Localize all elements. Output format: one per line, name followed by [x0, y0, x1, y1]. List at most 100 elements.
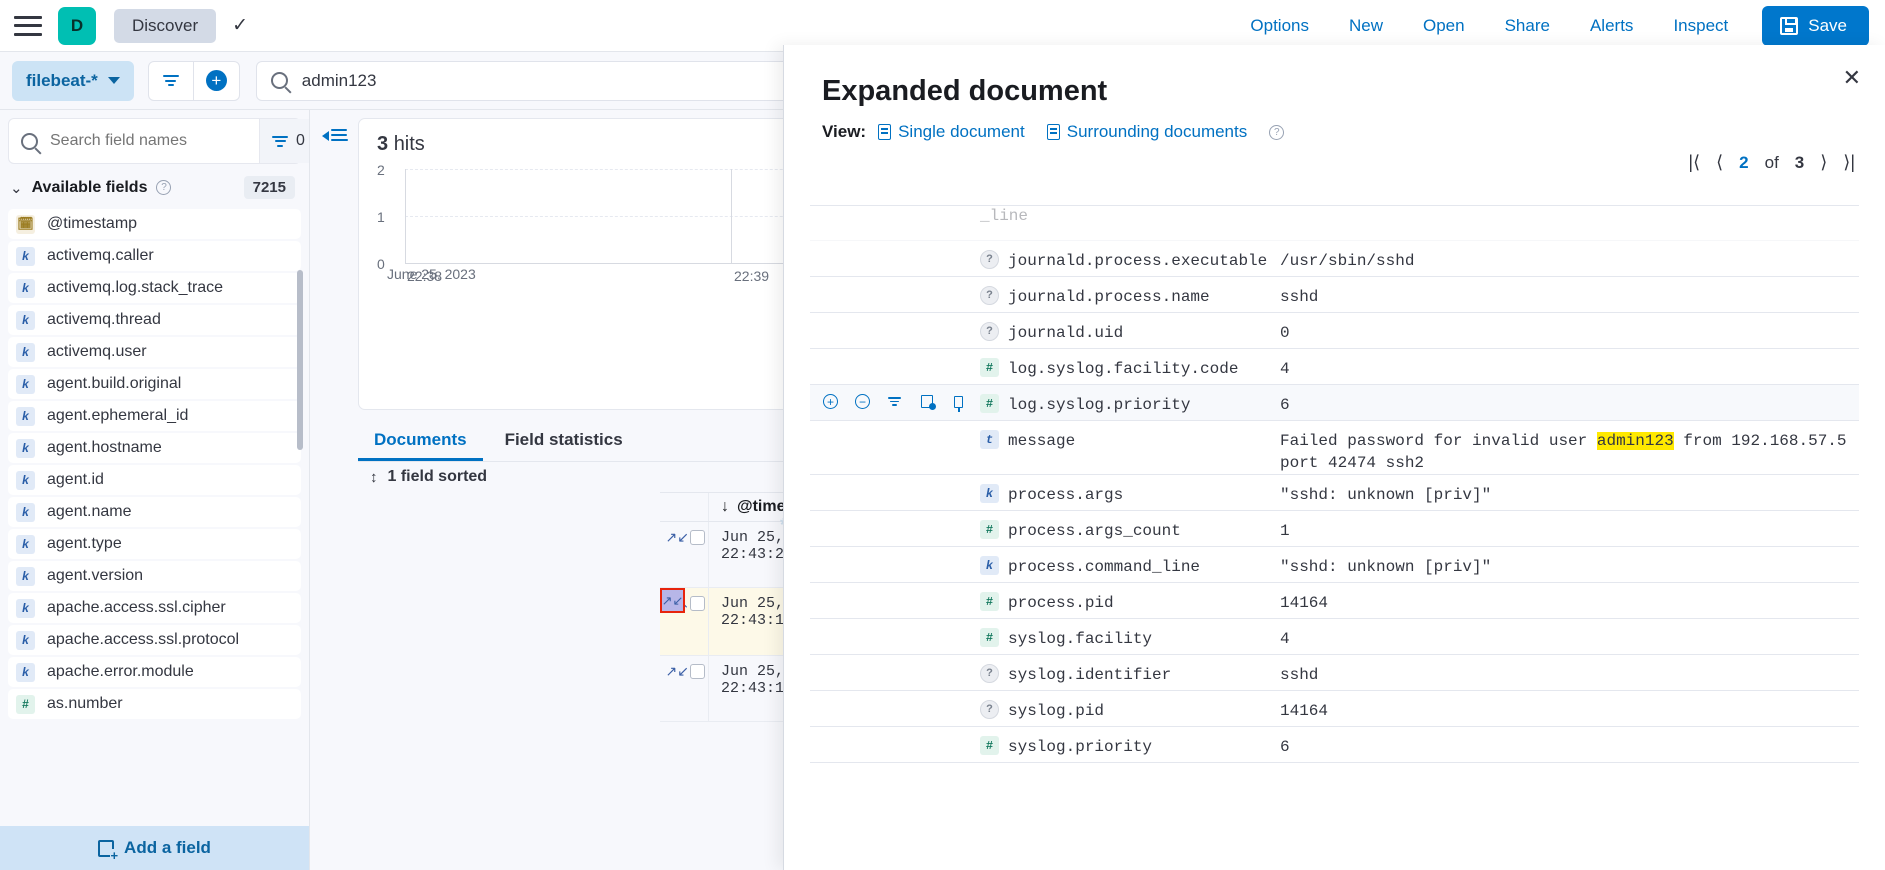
- field-row-actions: [810, 241, 980, 249]
- document-field-row[interactable]: #process.args_count1: [810, 511, 1859, 547]
- help-icon[interactable]: ?: [1269, 125, 1284, 140]
- save-button[interactable]: Save: [1762, 6, 1869, 46]
- num-field-type-icon: #: [980, 592, 999, 611]
- document-field-row[interactable]: tmessageFailed password for invalid user…: [810, 421, 1859, 475]
- field-list-item[interactable]: kactivemq.thread: [8, 305, 301, 335]
- prev-page-icon[interactable]: ⟨: [1716, 152, 1723, 173]
- field-list-item[interactable]: kagent.ephemeral_id: [8, 401, 301, 431]
- k-field-type-icon: k: [16, 599, 35, 618]
- document-field-row[interactable]: #syslog.facility4: [810, 619, 1859, 655]
- q-field-type-icon: ?: [980, 286, 999, 305]
- field-list-item-label: @timestamp: [47, 215, 137, 233]
- field-row-actions: [810, 511, 980, 519]
- view-single-document-label: Single document: [898, 122, 1025, 142]
- field-name: syslog.priority: [1008, 736, 1152, 758]
- pin-field-icon[interactable]: [950, 393, 967, 410]
- expanded-document-flyout: ✕ Expanded document View: Single documen…: [783, 45, 1885, 870]
- field-type-filter-button[interactable]: 0: [259, 119, 310, 163]
- view-surrounding-documents-label: Surrounding documents: [1067, 122, 1248, 142]
- filter-out-value-icon[interactable]: −: [854, 393, 871, 410]
- first-page-icon[interactable]: |⟨: [1688, 152, 1700, 173]
- search-icon: [21, 133, 38, 150]
- field-list-item[interactable]: 🗓@timestamp: [8, 209, 301, 239]
- nav-open-button[interactable]: Open: [1403, 16, 1485, 36]
- field-list-item[interactable]: kactivemq.user: [8, 337, 301, 367]
- field-list-item[interactable]: kagent.type: [8, 529, 301, 559]
- field-list-item[interactable]: kagent.build.original: [8, 369, 301, 399]
- next-page-icon[interactable]: ⟩: [1820, 152, 1827, 173]
- field-list-item[interactable]: kagent.name: [8, 497, 301, 527]
- field-list-item[interactable]: kagent.version: [8, 561, 301, 591]
- y-tick-1: 1: [377, 209, 385, 225]
- expand-row-button[interactable]: ↗↙: [660, 522, 686, 587]
- add-filter-button[interactable]: +: [194, 61, 240, 101]
- field-list-item[interactable]: k activemq.log.stack_trace: [8, 273, 301, 303]
- field-list-item-label: apache.access.ssl.cipher: [47, 599, 226, 617]
- row-select-checkbox[interactable]: [686, 588, 709, 655]
- nav-new-button[interactable]: New: [1329, 16, 1403, 36]
- tab-field-statistics[interactable]: Field statistics: [489, 430, 639, 461]
- available-fields-header[interactable]: ⌄ Available fields ? 7215: [0, 164, 309, 209]
- document-field-row[interactable]: kprocess.args"sshd: unknown [priv]": [810, 475, 1859, 511]
- field-value-cell: 14164: [1280, 583, 1859, 614]
- document-field-row-partial: _line: [810, 205, 1859, 241]
- field-list-item[interactable]: kapache.error.module: [8, 657, 301, 687]
- field-name: message: [1008, 430, 1075, 452]
- sort-updown-icon: ↕: [370, 469, 378, 486]
- document-field-row[interactable]: ?syslog.pid14164: [810, 691, 1859, 727]
- add-a-field-button[interactable]: Add a field: [0, 826, 309, 870]
- toggle-column-in-table-icon[interactable]: [918, 393, 935, 410]
- document-field-row[interactable]: ?journald.uid0: [810, 313, 1859, 349]
- document-field-row[interactable]: ?journald.process.executable/usr/sbin/ss…: [810, 241, 1859, 277]
- k-field-type-icon: k: [16, 279, 35, 298]
- view-single-document-link[interactable]: Single document: [878, 122, 1025, 142]
- document-field-row[interactable]: ?journald.process.namesshd: [810, 277, 1859, 313]
- field-name: process.command_line: [1008, 556, 1200, 578]
- field-value: [1280, 205, 1859, 214]
- last-page-icon[interactable]: ⟩|: [1843, 152, 1855, 173]
- document-field-row[interactable]: #log.syslog.facility.code4: [810, 349, 1859, 385]
- field-list-item-label: activemq.log.stack_trace: [47, 279, 223, 297]
- field-search-wrapper[interactable]: 0: [8, 118, 301, 164]
- nav-inspect-button[interactable]: Inspect: [1653, 16, 1748, 36]
- chevron-down-icon: [108, 77, 120, 84]
- field-name-cell: t message: [980, 421, 1280, 452]
- search-field-names-input[interactable]: [48, 131, 259, 151]
- field-list-item[interactable]: kactivemq.caller: [8, 241, 301, 271]
- expand-row-button[interactable]: ↗↙: [660, 656, 686, 721]
- breadcrumb-discover[interactable]: Discover: [114, 9, 216, 43]
- help-icon[interactable]: ?: [156, 180, 171, 195]
- collapse-sidebar-icon[interactable]: [322, 124, 348, 146]
- expand-row-highlight-annotation[interactable]: ↗↙: [660, 588, 685, 613]
- field-list-item[interactable]: k apache.access.ssl.cipher: [8, 593, 301, 623]
- x-tick-1: 22:39: [734, 268, 769, 284]
- check-icon[interactable]: ✓: [232, 14, 248, 37]
- field-list-item[interactable]: kapache.access.ssl.protocol: [8, 625, 301, 655]
- row-select-checkbox[interactable]: [686, 522, 709, 587]
- document-field-row[interactable]: #syslog.priority6: [810, 727, 1859, 763]
- field-list-item[interactable]: #as.number: [8, 689, 301, 719]
- field-list-item[interactable]: kagent.id: [8, 465, 301, 495]
- field-value-cell: 6: [1280, 727, 1859, 758]
- nav-share-button[interactable]: Share: [1485, 16, 1570, 36]
- document-field-row[interactable]: +−#log.syslog.priority6: [810, 385, 1859, 421]
- space-avatar[interactable]: D: [58, 7, 96, 45]
- hamburger-menu-icon[interactable]: [14, 16, 42, 36]
- filter-options-button[interactable]: [148, 61, 194, 101]
- field-list-item[interactable]: kagent.hostname: [8, 433, 301, 463]
- tab-documents[interactable]: Documents: [358, 430, 483, 461]
- nav-alerts-button[interactable]: Alerts: [1570, 16, 1653, 36]
- row-select-checkbox[interactable]: [686, 656, 709, 721]
- filter-for-value-icon[interactable]: +: [822, 393, 839, 410]
- document-field-row[interactable]: ?syslog.identifiersshd: [810, 655, 1859, 691]
- t-field-type-icon: t: [980, 430, 999, 449]
- k-field-type-icon: k: [16, 471, 35, 490]
- view-surrounding-documents-link[interactable]: Surrounding documents: [1047, 122, 1248, 142]
- document-field-row[interactable]: kprocess.command_line"sshd: unknown [pri…: [810, 547, 1859, 583]
- document-field-row[interactable]: #process.pid14164: [810, 583, 1859, 619]
- sidebar-scrollbar[interactable]: [297, 270, 303, 450]
- data-view-selector[interactable]: filebeat-*: [12, 61, 134, 101]
- filter-for-field-present-icon[interactable]: [886, 393, 903, 410]
- close-icon[interactable]: ✕: [1843, 67, 1861, 89]
- nav-options-button[interactable]: Options: [1230, 16, 1329, 36]
